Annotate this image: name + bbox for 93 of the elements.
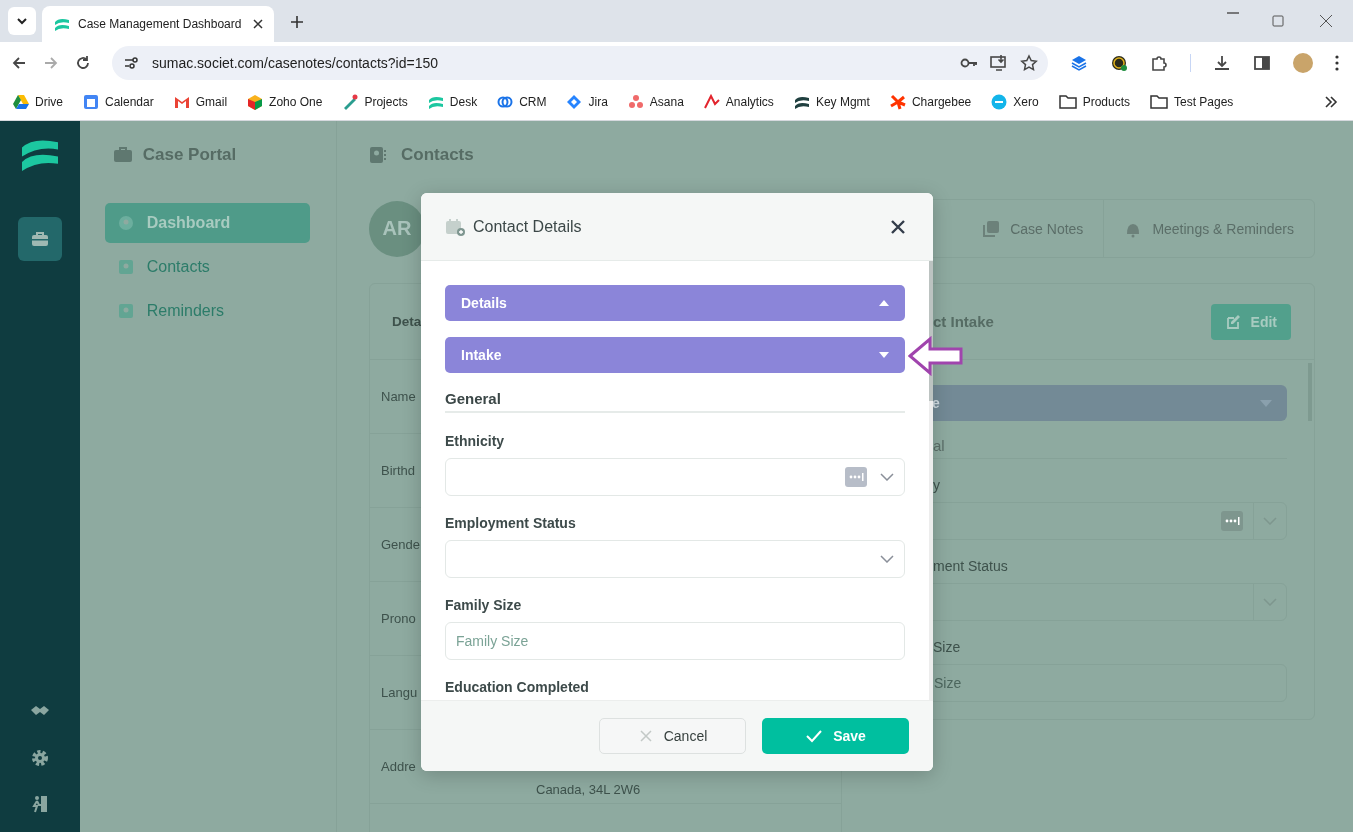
close-window-button[interactable] [1317, 12, 1335, 30]
field-value: Canada, 34L 2W6 [536, 781, 641, 797]
field-label: Gende [381, 537, 421, 552]
bookmark[interactable]: Zoho One [247, 94, 323, 110]
field-label: y [933, 477, 940, 493]
settings-button[interactable] [29, 748, 50, 768]
bookmark[interactable]: Chargebee [889, 94, 972, 110]
calendar-plus-icon [445, 216, 465, 237]
bookmark[interactable]: CRM [497, 94, 547, 110]
logo-icon [54, 16, 70, 32]
card-title: ct Intake [933, 313, 994, 330]
contact-book-icon [369, 146, 387, 164]
tab-search-button[interactable] [8, 7, 36, 35]
bookmark[interactable]: Jira [566, 94, 608, 110]
bookmark[interactable]: Xero [991, 94, 1039, 110]
address-bar[interactable]: sumac.societ.com/casenotes/contacts?id=150 [112, 46, 1048, 80]
field-label: Family Size [445, 597, 523, 613]
ellipsis-icon [1221, 511, 1243, 531]
maximize-icon [1269, 12, 1287, 30]
section-heading: General [445, 390, 905, 413]
bookmark[interactable]: Test Pages [1150, 93, 1234, 111]
site-icon [173, 94, 190, 110]
edit-icon [1224, 312, 1243, 331]
site-icon [627, 94, 644, 110]
field-label: Addre [381, 759, 416, 774]
site-icon [497, 94, 514, 110]
site-icon [247, 94, 264, 110]
site-icon [703, 94, 720, 110]
site-icon [793, 94, 810, 110]
briefcase-icon [29, 229, 50, 249]
dialog-title: Contact Details [473, 217, 583, 236]
bookmark[interactable]: Desk [427, 94, 478, 110]
site-icon [83, 94, 99, 110]
chevron-down-icon [880, 473, 894, 481]
extension-icon [1110, 54, 1128, 72]
field-label: Prono [381, 611, 416, 626]
more-vertical-icon [1335, 55, 1339, 71]
folder-icon [1150, 93, 1168, 111]
plus-icon [288, 13, 306, 31]
bookmark[interactable]: Calendar [83, 94, 154, 110]
side-panel-icon [1253, 54, 1271, 72]
star-icon [1020, 54, 1038, 72]
new-tab-button[interactable] [288, 13, 306, 31]
site-icon [13, 94, 29, 110]
bookmark[interactable]: Asana [627, 94, 684, 110]
site-icon [566, 94, 583, 110]
caret-up-icon [879, 300, 889, 306]
field-label: Name [381, 389, 416, 404]
bookmark[interactable]: Key Mgmt [793, 94, 870, 110]
tab-title: Case Management Dashboard [78, 17, 242, 31]
field-label: Education Completed [445, 679, 590, 695]
close-icon [637, 728, 654, 744]
field-label: Size [933, 639, 961, 655]
card-title: Deta [392, 314, 422, 329]
bookmark[interactable]: Drive [13, 94, 63, 110]
ellipsis-icon [845, 467, 867, 487]
cases-nav-button[interactable] [17, 217, 62, 261]
url-text: sumac.societ.com/casenotes/contacts?id=150 [152, 55, 439, 71]
field-label: Langu [381, 685, 418, 700]
field-label: ment Status [933, 558, 1008, 574]
input-field[interactable]: Family Size [445, 622, 905, 660]
browser-tab[interactable]: Case Management Dashboard [42, 6, 274, 42]
layers-icon [1070, 54, 1088, 72]
briefcase-icon [112, 145, 133, 165]
field-label: Birthd [381, 463, 415, 478]
bookmark[interactable]: Products [1058, 93, 1130, 111]
minimize-icon [1227, 12, 1239, 14]
settings-icon [29, 748, 50, 768]
puzzle-icon [1150, 54, 1168, 72]
site-icon [991, 94, 1008, 110]
chevron-down-icon [880, 555, 894, 563]
install-icon [990, 54, 1008, 72]
page-title: Contacts [401, 145, 474, 165]
field-label: Ethnicity [445, 433, 506, 449]
download-icon [1213, 54, 1231, 72]
field-label: Employment Status [445, 515, 577, 531]
bookmark[interactable]: Gmail [173, 94, 228, 110]
site-icon [342, 94, 359, 110]
folder-icon [1058, 93, 1077, 111]
site-settings-icon [122, 54, 140, 72]
site-icon [889, 94, 906, 110]
portal-title: Case Portal [142, 145, 237, 165]
close-button[interactable] [889, 217, 907, 236]
caret-down-icon [879, 352, 889, 358]
bookmark[interactable]: Projects [342, 94, 408, 110]
close-icon [889, 217, 907, 236]
cancel-button[interactable]: Cancel [599, 718, 746, 754]
close-icon [1317, 12, 1335, 30]
reload-icon [74, 54, 92, 72]
notes-icon [982, 219, 1001, 238]
site-icon [427, 94, 444, 110]
bookmark[interactable]: Analytics [703, 94, 774, 110]
reload-button[interactable] [74, 54, 92, 72]
